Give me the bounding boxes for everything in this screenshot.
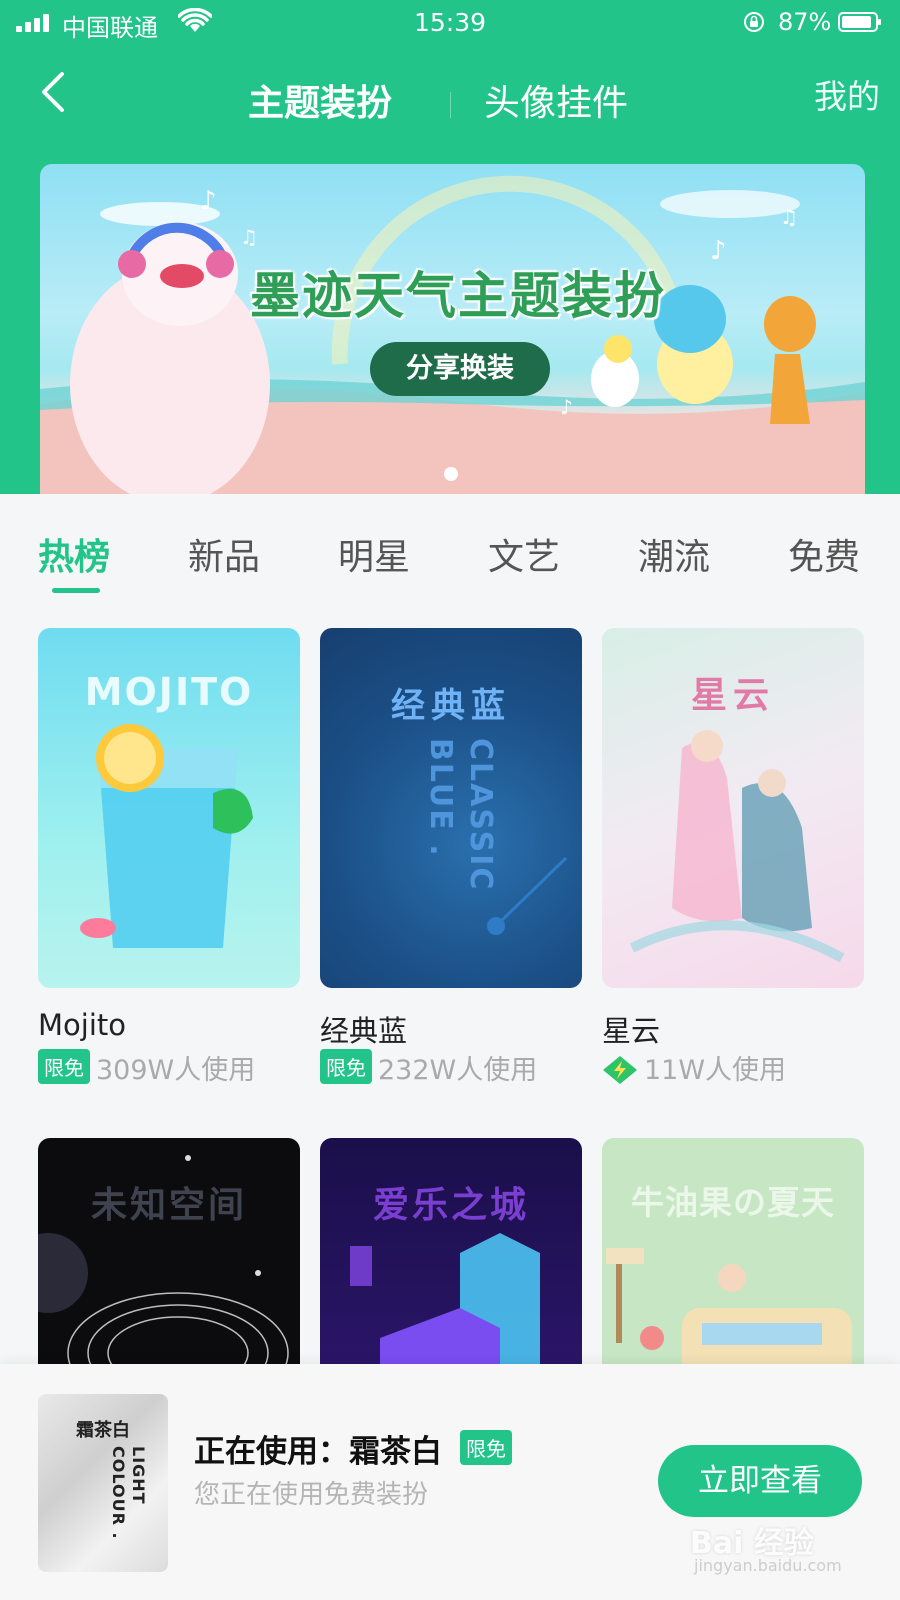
current-theme-subtitle: 您正在使用免费装扮 <box>194 1480 429 1510</box>
theme-thumbnail: MOJITO <box>38 628 300 988</box>
svg-text:♫: ♫ <box>780 205 798 229</box>
svg-text:♪: ♪ <box>200 186 217 216</box>
current-theme-thumbnail-title: 霜茶白 <box>76 1420 130 1441</box>
banner-title: 墨迹天气主题装扮 <box>250 267 666 325</box>
promo-banner[interactable]: ♪ ♫ ♪ ♫ ♪ 墨迹天气主题装扮 分享换装 <box>40 164 865 494</box>
tab-theme-dressup[interactable]: 主题装扮 <box>248 74 392 126</box>
current-theme-thumbnail[interactable]: 霜茶白 LIGHT COLOUR . <box>38 1394 168 1572</box>
free-badge: 限免 <box>320 1049 372 1084</box>
current-theme-label: 正在使用：霜茶白 <box>194 1434 442 1470</box>
category-tab-free[interactable]: 免费 <box>788 528 860 580</box>
category-tab-indicator <box>52 588 100 593</box>
theme-card-avocado-summer[interactable]: 牛油果の夏天 <box>602 1138 864 1378</box>
category-tab-trend[interactable]: 潮流 <box>638 528 710 580</box>
view-now-button[interactable]: 立即查看 <box>658 1445 862 1517</box>
theme-card-la-la-land[interactable]: 爱乐之城 <box>320 1138 582 1378</box>
category-tab-new[interactable]: 新品 <box>188 528 260 580</box>
theme-name: Mojito <box>38 1008 126 1042</box>
theme-usage: 限免 309W人使用 <box>38 1048 255 1086</box>
theme-usage: 限免 232W人使用 <box>320 1048 537 1086</box>
theme-thumbnail: 爱乐之城 <box>320 1138 582 1378</box>
svg-text:♪: ♪ <box>710 236 727 266</box>
status-bar: 中国联通 15:39 87% <box>0 0 900 44</box>
svg-text:♪: ♪ <box>560 395 573 419</box>
tab-avatar-pendant[interactable]: 头像挂件 <box>484 74 628 126</box>
theme-thumbnail: 经典蓝 CLASSIC BLUE . <box>320 628 582 988</box>
battery-percent: 87% <box>778 8 832 36</box>
theme-name: 星云 <box>602 1014 661 1048</box>
theme-name: 经典蓝 <box>320 1014 408 1048</box>
category-tab-star[interactable]: 明星 <box>338 528 410 580</box>
svg-text:♫: ♫ <box>240 225 258 249</box>
theme-thumbnail: 牛油果の夏天 <box>602 1138 864 1378</box>
category-tab-hot[interactable]: 热榜 <box>38 528 110 580</box>
free-badge: 限免 <box>460 1430 512 1465</box>
lightning-diamond-icon <box>603 1056 637 1084</box>
free-badge: 限免 <box>38 1049 90 1084</box>
battery-icon <box>838 12 881 32</box>
category-tab-literary[interactable]: 文艺 <box>488 528 560 580</box>
banner-page-indicator <box>444 467 458 481</box>
theme-card-unknown-space[interactable]: 未知空间 <box>38 1138 300 1378</box>
theme-card-classic-blue[interactable]: 经典蓝 CLASSIC BLUE . 经典蓝 限免 232W人使用 <box>320 628 582 1088</box>
theme-thumbnail: 未知空间 <box>38 1138 300 1378</box>
theme-usage: 11W人使用 <box>602 1048 786 1086</box>
banner-illustration: ♪ ♫ ♪ ♫ ♪ <box>40 175 865 494</box>
tab-divider <box>450 92 451 118</box>
theme-card-nebula[interactable]: 星云 星云 11W人使用 <box>602 628 864 1088</box>
theme-card-mojito[interactable]: MOJITO Mojito 限免 309W人使用 <box>38 628 300 1088</box>
rotation-lock-icon <box>744 12 764 32</box>
mine-link[interactable]: 我的 <box>814 70 880 118</box>
banner-share-button[interactable]: 分享换装 <box>370 342 550 396</box>
back-arrow-icon[interactable] <box>36 68 70 116</box>
theme-thumbnail: 星云 <box>602 628 864 988</box>
current-theme-thumbnail-subtitle: LIGHT COLOUR . <box>109 1446 148 1540</box>
watermark-url: jingyan.baidu.com <box>694 1556 842 1575</box>
